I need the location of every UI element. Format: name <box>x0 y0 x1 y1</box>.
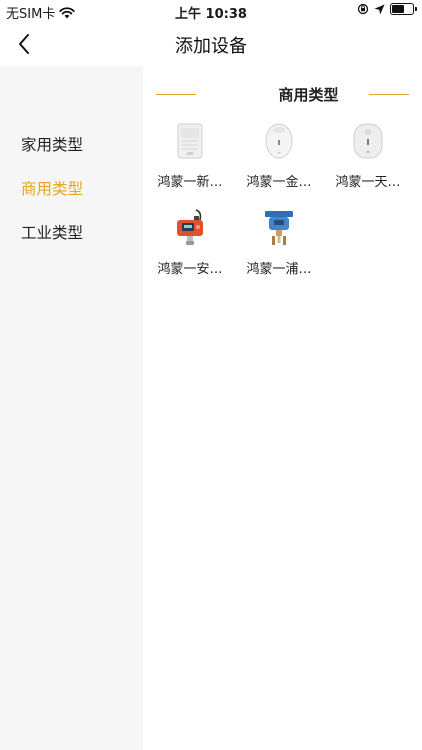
device-label: 鸿蒙一安… <box>157 262 223 277</box>
round-detector-icon <box>353 123 383 159</box>
industrial-gas-detector-icon <box>177 209 203 245</box>
oval-detector-icon: ≈ <box>265 123 293 159</box>
content-area: 家用类型 商用类型 工业类型 商用类型 鸿蒙一新… ≈ 鸿蒙一金… 鸿蒙一天… … <box>0 66 422 750</box>
page-title: 添加设备 <box>175 36 247 57</box>
device-label: 鸿蒙一浦… <box>246 262 312 277</box>
back-button[interactable] <box>8 28 40 60</box>
sidebar-item-home[interactable]: 家用类型 <box>21 133 83 155</box>
device-item-5[interactable]: 鸿蒙一浦… <box>239 208 319 277</box>
orientation-lock-icon <box>357 3 369 15</box>
location-arrow-icon <box>374 4 385 15</box>
section-divider-right <box>369 94 409 95</box>
pressure-transmitter-icon <box>265 211 293 245</box>
section-header: 商用类型 <box>143 84 422 104</box>
wall-detector-icon <box>177 123 203 159</box>
category-sidebar: 家用类型 商用类型 工业类型 <box>0 66 143 750</box>
device-label: 鸿蒙一新… <box>157 175 223 190</box>
nav-bar: 添加设备 <box>0 22 422 66</box>
device-label: 鸿蒙一天… <box>335 175 401 190</box>
device-label: 鸿蒙一金… <box>246 175 312 190</box>
device-item-3[interactable]: 鸿蒙一天… <box>328 121 408 190</box>
device-item-2[interactable]: ≈ 鸿蒙一金… <box>239 121 319 190</box>
status-bar: 无SIM卡 上午 10:38 <box>0 0 422 22</box>
device-panel: 商用类型 鸿蒙一新… ≈ 鸿蒙一金… 鸿蒙一天… 鸿蒙一安… 鸿蒙一浦… <box>143 66 422 750</box>
device-item-1[interactable]: 鸿蒙一新… <box>150 121 230 190</box>
section-title: 商用类型 <box>278 86 339 104</box>
device-item-4[interactable]: 鸿蒙一安… <box>150 208 230 277</box>
status-right <box>357 3 417 15</box>
chevron-left-icon <box>19 34 29 54</box>
sidebar-item-industrial[interactable]: 工业类型 <box>21 221 83 243</box>
svg-text:≈: ≈ <box>277 150 280 155</box>
battery-icon <box>390 3 417 15</box>
sidebar-item-commercial[interactable]: 商用类型 <box>21 177 83 199</box>
battery-level <box>392 5 405 13</box>
